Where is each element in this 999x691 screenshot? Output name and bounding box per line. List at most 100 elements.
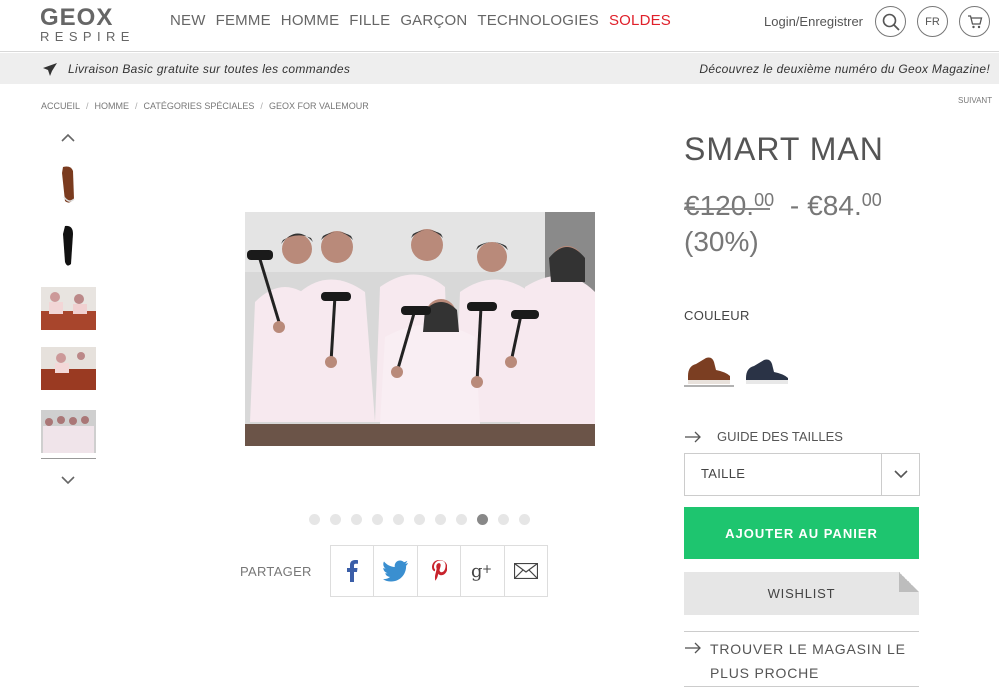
nav-fille[interactable]: FILLE [349, 12, 390, 29]
nav-homme[interactable]: HOMME [281, 12, 340, 29]
google-plus-icon: g + [471, 561, 492, 581]
old-price-main: 120 [699, 190, 747, 221]
cart-button[interactable] [959, 6, 990, 37]
corner-fold [899, 572, 919, 592]
email-icon [513, 563, 538, 579]
gallery-dot[interactable] [351, 514, 362, 525]
thumbnail-painting-1[interactable] [41, 287, 96, 330]
share-label: PARTAGER [240, 564, 312, 579]
login-link[interactable]: Login/Enregistrer [764, 14, 863, 29]
colour-swatch-navy[interactable] [742, 352, 792, 388]
find-store-link[interactable]: TROUVER LE MAGASIN LE PLUS PROCHE [684, 637, 919, 685]
old-price-decimals: 00 [754, 190, 775, 210]
size-guide-label: GUIDE DES TAILLES [717, 429, 843, 444]
gallery-dot[interactable] [330, 514, 341, 525]
size-select-label: TAILLE [701, 466, 746, 481]
store-bottom-divider [684, 686, 919, 687]
geox-logo[interactable]: GEOX RESPIRE [40, 4, 152, 44]
magazine-promo[interactable]: Découvrez le deuxième numéro du Geox Mag… [699, 62, 990, 76]
gallery-dot[interactable] [477, 514, 488, 525]
price-dash: - [789, 190, 800, 221]
new-price-decimals: 00 [861, 190, 882, 210]
search-button[interactable] [875, 6, 906, 37]
old-price-currency: € [684, 190, 700, 221]
thumbnail-shoe-side[interactable] [41, 163, 96, 206]
gallery-dot[interactable] [414, 514, 425, 525]
breadcrumb-homme[interactable]: HOMME [95, 101, 130, 111]
find-store-line1: TROUVER LE MAGASIN LE [710, 641, 906, 657]
nav-new[interactable]: NEW [170, 12, 206, 29]
gallery-dot[interactable] [456, 514, 467, 525]
cart-icon [967, 14, 982, 28]
size-select-divider [881, 454, 882, 495]
size-select[interactable]: TAILLE [684, 453, 920, 496]
nav-garcon[interactable]: GARÇON [400, 12, 467, 29]
wishlist-label: WISHLIST [767, 586, 836, 601]
breadcrumb-separator: / [135, 101, 138, 111]
thumbnail-painting-2[interactable] [41, 347, 96, 390]
thumbnails-down-icon[interactable] [60, 474, 76, 486]
gallery-dots [309, 514, 530, 525]
new-price-main: 84 [822, 190, 854, 221]
old-price: €120.00 [684, 190, 775, 221]
breadcrumb-separator: / [260, 101, 263, 111]
logo-tagline: RESPIRE [40, 29, 135, 44]
twitter-icon [382, 560, 408, 582]
discount-percent: (30%) [684, 226, 759, 257]
add-to-cart-button[interactable]: AJOUTER AU PANIER [684, 507, 919, 559]
thumbnail-shoe-sole[interactable] [41, 224, 96, 267]
breadcrumb-geox-for-valemour[interactable]: GEOX FOR VALEMOUR [269, 101, 369, 111]
gallery-dot[interactable] [372, 514, 383, 525]
nav-technologies[interactable]: TECHNOLOGIES [477, 12, 599, 29]
gallery-dot[interactable] [393, 514, 404, 525]
gallery-dot[interactable] [309, 514, 320, 525]
breadcrumb-categories[interactable]: CATÉGORIES SPÉCIALES [144, 101, 255, 111]
find-store-line2: PLUS PROCHE [710, 665, 820, 681]
product-title: SMART MAN [684, 131, 884, 167]
search-icon [882, 13, 900, 31]
breadcrumb-accueil[interactable]: ACCUEIL [41, 101, 80, 111]
next-link[interactable]: SUIVANT [958, 96, 992, 105]
shipping-promo[interactable]: Livraison Basic gratuite sur toutes les … [68, 62, 350, 76]
thumbnails-divider [41, 458, 96, 459]
gallery-dot[interactable] [435, 514, 446, 525]
nav-femme[interactable]: FEMME [216, 12, 271, 29]
size-guide-link[interactable]: GUIDE DES TAILLES [684, 429, 843, 444]
plane-icon [43, 63, 57, 76]
arrow-right-icon [685, 642, 701, 654]
arrow-right-icon [685, 431, 701, 442]
main-nav: NEW FEMME HOMME FILLE GARÇON TECHNOLOGIE… [170, 12, 681, 29]
wishlist-button[interactable]: WISHLIST [684, 572, 919, 615]
share-google-plus-button[interactable]: g + [461, 546, 505, 596]
product-price: €120.00 - €84.00 (30%) [684, 190, 882, 257]
share-email-button[interactable] [505, 546, 547, 596]
share-twitter-button[interactable] [374, 546, 418, 596]
colour-swatch-brown[interactable] [684, 352, 734, 388]
old-price-strike [684, 208, 770, 210]
svg-text:g: g [471, 561, 483, 581]
promo-bar: Livraison Basic gratuite sur toutes les … [0, 53, 999, 84]
breadcrumb-separator: / [86, 101, 89, 111]
product-main-image[interactable] [245, 212, 595, 446]
pinterest-icon [432, 560, 448, 581]
gallery-dot[interactable] [498, 514, 509, 525]
thumbnail-group[interactable] [41, 410, 96, 453]
breadcrumb: ACCUEIL / HOMME / CATÉGORIES SPÉCIALES /… [41, 101, 375, 111]
store-top-divider [684, 631, 919, 632]
share-bar: g + [330, 545, 548, 597]
language-button[interactable]: FR [917, 6, 948, 37]
new-price-currency: € [807, 190, 823, 221]
chevron-down-icon [894, 470, 908, 479]
group-photo [245, 212, 595, 446]
colour-label: COULEUR [684, 308, 750, 323]
share-facebook-button[interactable] [331, 546, 375, 596]
svg-text:+: + [482, 562, 492, 576]
thumbnails-up-icon[interactable] [60, 132, 76, 144]
find-store-label: TROUVER LE MAGASIN LE PLUS PROCHE [710, 637, 906, 685]
logo-wordmark: GEOX [40, 4, 114, 31]
site-header: GEOX RESPIRE NEW FEMME HOMME FILLE GARÇO… [0, 0, 999, 52]
facebook-icon [347, 560, 359, 582]
nav-soldes[interactable]: SOLDES [609, 12, 671, 29]
share-pinterest-button[interactable] [418, 546, 462, 596]
gallery-dot[interactable] [519, 514, 530, 525]
